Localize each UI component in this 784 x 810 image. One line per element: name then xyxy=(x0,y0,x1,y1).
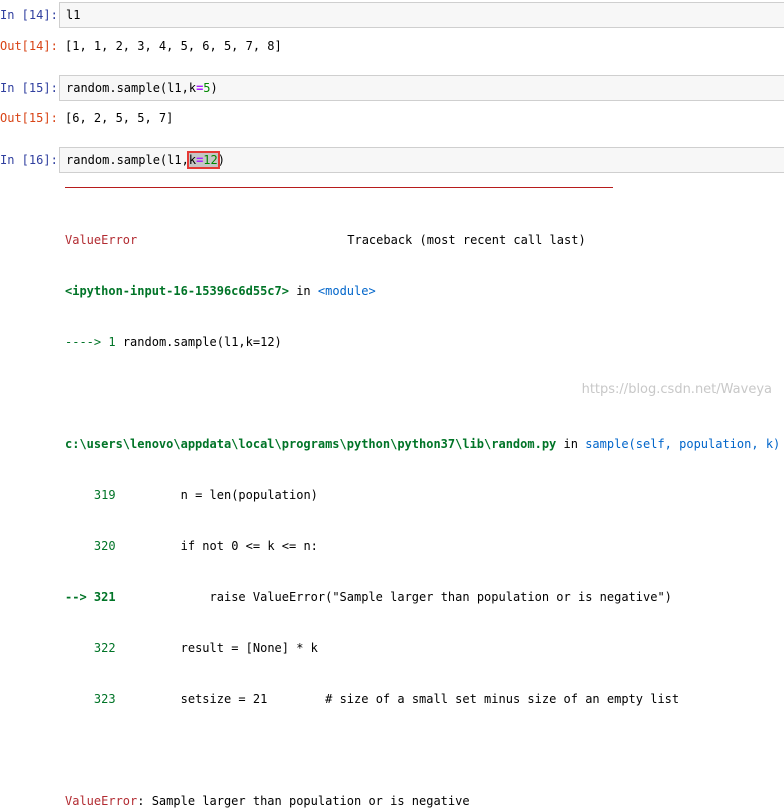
code-cell-16[interactable]: random.sample(l1,k=12) xyxy=(59,147,784,173)
code-text-14: l1 xyxy=(66,8,81,22)
traceback-divider xyxy=(65,187,613,188)
traceback-header: ValueError Traceback (most recent call la… xyxy=(65,233,586,247)
out-prompt-14: Out[14]: xyxy=(0,39,58,53)
code-text-15: random.sample(l1,k=5) xyxy=(66,81,218,95)
traceback-frame-1: <ipython-input-16-15396c6d55c7> in <modu… xyxy=(65,284,376,298)
in-prompt-16: In [16]: xyxy=(0,153,58,167)
in-prompt-15: In [15]: xyxy=(0,81,58,95)
out-prompt-15: Out[15]: xyxy=(0,111,58,125)
code-cell-15[interactable]: random.sample(l1,k=5) xyxy=(59,75,784,101)
traceback-final-error: ValueError: Sample larger than populatio… xyxy=(65,794,470,808)
traceback-line-319: 319 n = len(population) xyxy=(93,488,318,502)
traceback: ValueError Traceback (most recent call la… xyxy=(65,198,780,810)
traceback-frame-2: c:\users\lenovo\appdata\local\programs\p… xyxy=(65,437,781,451)
watermark: https://blog.csdn.net/Waveya xyxy=(581,382,772,397)
code-text-16: random.sample(l1,k=12) xyxy=(66,151,225,169)
traceback-line-320: 320 if not 0 <= k <= n: xyxy=(93,539,318,553)
code-cell-14[interactable]: l1 xyxy=(59,2,784,28)
output-15: [6, 2, 5, 5, 7] xyxy=(65,111,174,125)
in-prompt-14: In [14]: xyxy=(0,8,58,22)
traceback-frame-1-code: ----> 1 random.sample(l1,k=12) xyxy=(65,335,282,349)
output-14: [1, 1, 2, 3, 4, 5, 6, 5, 7, 8] xyxy=(65,39,282,53)
notebook: In [14]: l1 Out[14]: [1, 1, 2, 3, 4, 5, … xyxy=(0,0,784,808)
traceback-line-323: 323 setsize = 21 # size of a small set m… xyxy=(93,692,680,706)
traceback-line-321: --> 321 raise ValueError("Sample larger … xyxy=(65,590,672,604)
highlighted-selection: k=12 xyxy=(186,151,220,169)
traceback-line-322: 322 result = [None] * k xyxy=(93,641,318,655)
